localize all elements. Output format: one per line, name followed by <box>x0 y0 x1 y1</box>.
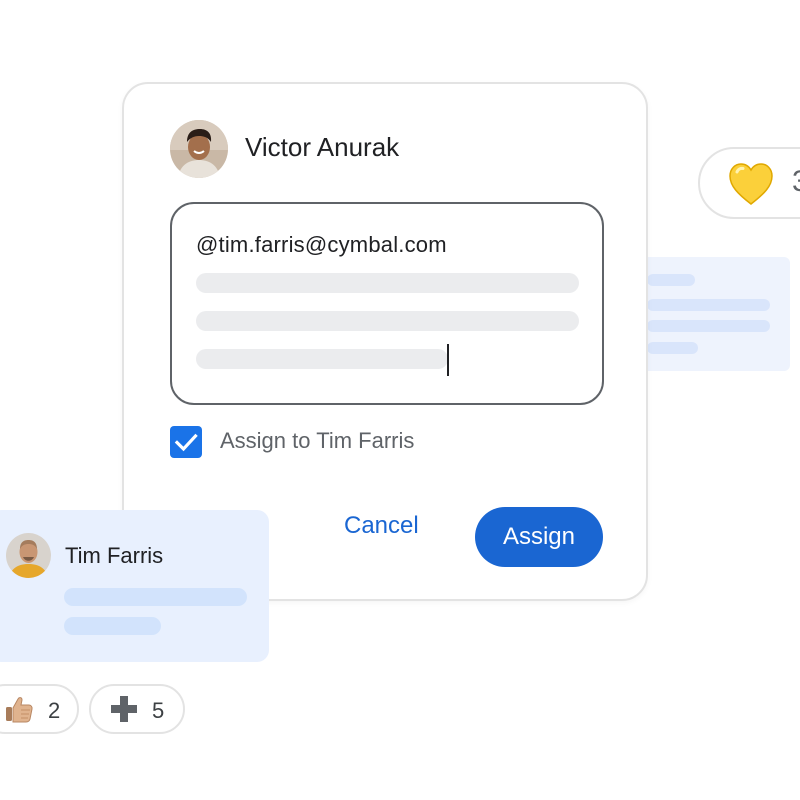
avatar <box>6 533 51 578</box>
mention-text: @tim.farris@cymbal.com <box>196 232 447 257</box>
plus-count: 5 <box>152 698 165 723</box>
thumbs-up-count: 2 <box>48 698 61 723</box>
tim-avatar-photo <box>6 533 51 578</box>
heart-reaction-count: 3 <box>792 165 800 199</box>
placeholder-line <box>196 349 448 369</box>
background-comment-card <box>625 257 790 371</box>
avatar <box>170 120 228 178</box>
author-name: Victor Anurak <box>245 132 400 162</box>
cancel-button[interactable]: Cancel <box>344 512 419 540</box>
assign-checkbox-label[interactable]: Assign to Tim Farris <box>220 428 414 454</box>
placeholder-line <box>64 588 247 606</box>
thumbs-up-icon <box>6 697 33 723</box>
placeholder-line <box>647 299 770 311</box>
assignee-name: Tim Farris <box>65 543 164 568</box>
placeholder-line <box>647 342 698 354</box>
victor-avatar-photo <box>170 120 228 178</box>
plus-reaction-chip[interactable]: 5 <box>89 684 185 734</box>
placeholder-line <box>64 617 161 635</box>
assign-checkbox[interactable] <box>170 426 202 458</box>
placeholder-line <box>196 273 579 293</box>
comment-input[interactable]: @tim.farris@cymbal.com <box>170 202 604 405</box>
placeholder-line <box>647 274 695 286</box>
placeholder-line <box>647 320 770 332</box>
assignee-card: Tim Farris <box>0 510 269 662</box>
thumbs-up-reaction-chip[interactable]: 2 <box>0 684 79 734</box>
yellow-heart-icon <box>729 163 773 205</box>
heart-reaction-chip[interactable]: 3 <box>698 147 800 219</box>
text-cursor <box>447 344 449 376</box>
checkmark-icon <box>174 433 198 452</box>
placeholder-line <box>196 311 579 331</box>
plus-icon <box>111 696 137 722</box>
assign-button[interactable]: Assign <box>475 507 603 567</box>
